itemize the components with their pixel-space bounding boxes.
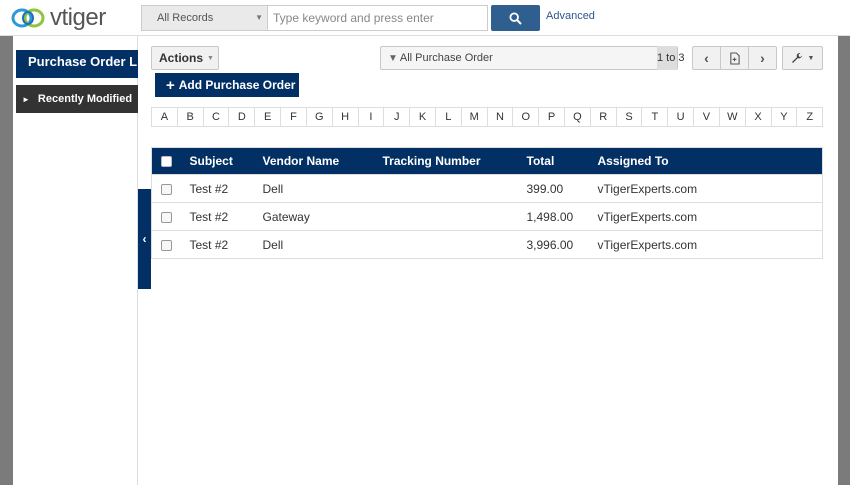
search-scope-value: All Records — [157, 12, 214, 24]
row-checkbox[interactable] — [161, 183, 172, 195]
select-all-checkbox[interactable] — [161, 156, 172, 168]
top-header: vtiger All Records ▼ Advanced — [0, 0, 850, 36]
main-content — [139, 36, 838, 485]
vendor-cell[interactable]: Dell — [262, 174, 383, 203]
alphabet-letter-w[interactable]: W — [720, 108, 746, 126]
alphabet-letter-d[interactable]: D — [229, 108, 256, 126]
alphabet-letter-v[interactable]: V — [694, 108, 720, 126]
column-header-subject[interactable]: Subject — [189, 147, 263, 175]
filter-select[interactable]: ▼ All Purchase Order — [380, 46, 678, 70]
tracking-cell — [382, 174, 527, 203]
assigned-cell: vTigerExperts.com — [597, 230, 823, 259]
alphabet-letter-i[interactable]: I — [359, 108, 385, 126]
vtiger-logo[interactable]: vtiger — [10, 5, 106, 31]
row-checkbox[interactable] — [161, 239, 172, 251]
logo-text: vtiger — [50, 4, 106, 31]
search-input[interactable] — [267, 5, 488, 31]
alphabet-letter-p[interactable]: P — [539, 108, 565, 126]
purchase-order-table: Subject Vendor Name Tracking Number Tota… — [151, 147, 823, 259]
actions-label: Actions — [159, 51, 204, 65]
right-frame-border — [838, 36, 850, 485]
sidebar-item-recently-modified[interactable]: ► Recently Modified — [16, 85, 138, 113]
column-header-total[interactable]: Total — [526, 147, 598, 175]
module-title: Purchase Order List — [16, 50, 138, 78]
add-label: Add Purchase Order — [178, 78, 296, 92]
alphabet-letter-c[interactable]: C — [204, 108, 230, 126]
filter-value: All Purchase Order — [399, 52, 493, 64]
table-header-row: Subject Vendor Name Tracking Number Tota… — [151, 147, 823, 175]
vtiger-logo-icon — [11, 8, 45, 28]
chevron-down-icon: ▼ — [207, 55, 214, 62]
sidebar: Purchase Order List ► Recently Modified — [13, 36, 138, 485]
export-button[interactable] — [721, 47, 749, 69]
alphabet-letter-k[interactable]: K — [410, 108, 436, 126]
export-icon — [730, 51, 740, 65]
alphabet-letter-z[interactable]: Z — [797, 108, 822, 126]
subject-cell[interactable]: Test #2 — [189, 230, 263, 259]
settings-menu-button[interactable]: ▼ — [782, 46, 823, 70]
vendor-cell[interactable]: Dell — [262, 230, 383, 259]
wrench-icon — [791, 52, 802, 63]
alphabet-letter-l[interactable]: L — [436, 108, 462, 126]
search-button[interactable] — [491, 5, 540, 31]
row-checkbox[interactable] — [161, 211, 172, 223]
subject-cell[interactable]: Test #2 — [189, 202, 263, 231]
assigned-cell: vTigerExperts.com — [597, 202, 823, 231]
assigned-cell: vTigerExperts.com — [597, 174, 823, 203]
chevron-down-icon: ▼ — [807, 54, 815, 62]
search-scope-select[interactable]: All Records ▼ — [141, 5, 267, 31]
chevron-left-icon: ‹ — [142, 232, 147, 246]
alphabet-letter-x[interactable]: X — [746, 108, 772, 126]
tracking-cell — [382, 230, 527, 259]
add-purchase-order-button[interactable]: + Add Purchase Order — [155, 73, 299, 97]
sidebar-item-label: Recently Modified — [37, 93, 133, 105]
alphabet-letter-f[interactable]: F — [281, 108, 307, 126]
vendor-cell[interactable]: Gateway — [262, 202, 383, 231]
pagination-controls: ‹ › — [692, 46, 777, 70]
table-row[interactable]: Test #2 Gateway 1,498.00 vTigerExperts.c… — [151, 202, 823, 231]
column-header-assigned-to[interactable]: Assigned To — [597, 147, 823, 175]
alphabet-letter-o[interactable]: O — [513, 108, 540, 126]
left-frame-border — [0, 36, 13, 485]
alphabet-filter: ABCDEFGHIJKLMNOPQRSTUVWXYZ — [151, 107, 823, 127]
alphabet-letter-a[interactable]: A — [152, 108, 178, 126]
next-page-button[interactable]: › — [749, 47, 776, 69]
caret-right-icon: ► — [22, 95, 30, 104]
column-header-vendor-name[interactable]: Vendor Name — [262, 147, 383, 175]
select-all-cell — [151, 147, 190, 175]
prev-page-button[interactable]: ‹ — [693, 47, 721, 69]
row-checkbox-cell — [151, 202, 190, 231]
subject-cell[interactable]: Test #2 — [189, 174, 263, 203]
funnel-icon: ▼ — [388, 53, 398, 64]
column-header-tracking-number[interactable]: Tracking Number — [382, 147, 527, 175]
row-checkbox-cell — [151, 230, 190, 259]
advanced-search-link[interactable]: Advanced — [546, 10, 595, 22]
alphabet-letter-j[interactable]: J — [384, 108, 411, 126]
total-cell: 1,498.00 — [526, 202, 598, 231]
plus-icon: + — [166, 77, 175, 94]
alphabet-letter-g[interactable]: G — [307, 108, 333, 126]
total-cell: 399.00 — [526, 174, 598, 203]
alphabet-letter-t[interactable]: T — [642, 108, 669, 126]
alphabet-letter-s[interactable]: S — [617, 108, 643, 126]
alphabet-letter-r[interactable]: R — [591, 108, 617, 126]
collapse-sidebar-button[interactable]: ‹ — [138, 189, 151, 289]
actions-button[interactable]: Actions ▼ — [151, 46, 219, 70]
chevron-down-icon: ▼ — [255, 13, 263, 22]
tracking-cell — [382, 202, 527, 231]
alphabet-letter-b[interactable]: B — [178, 108, 204, 126]
search-icon — [509, 11, 522, 25]
alphabet-letter-y[interactable]: Y — [772, 108, 798, 126]
total-cell: 3,996.00 — [526, 230, 598, 259]
page-info: 1 to 3 — [657, 46, 685, 70]
row-checkbox-cell — [151, 174, 190, 203]
alphabet-letter-u[interactable]: U — [668, 108, 695, 126]
alphabet-letter-m[interactable]: M — [462, 108, 488, 126]
alphabet-letter-e[interactable]: E — [255, 108, 282, 126]
table-row[interactable]: Test #2 Dell 399.00 vTigerExperts.com — [151, 174, 823, 203]
table-row[interactable]: Test #2 Dell 3,996.00 vTigerExperts.com — [151, 230, 823, 259]
alphabet-letter-q[interactable]: Q — [565, 108, 591, 126]
alphabet-letter-n[interactable]: N — [488, 108, 514, 126]
alphabet-letter-h[interactable]: H — [333, 108, 359, 126]
